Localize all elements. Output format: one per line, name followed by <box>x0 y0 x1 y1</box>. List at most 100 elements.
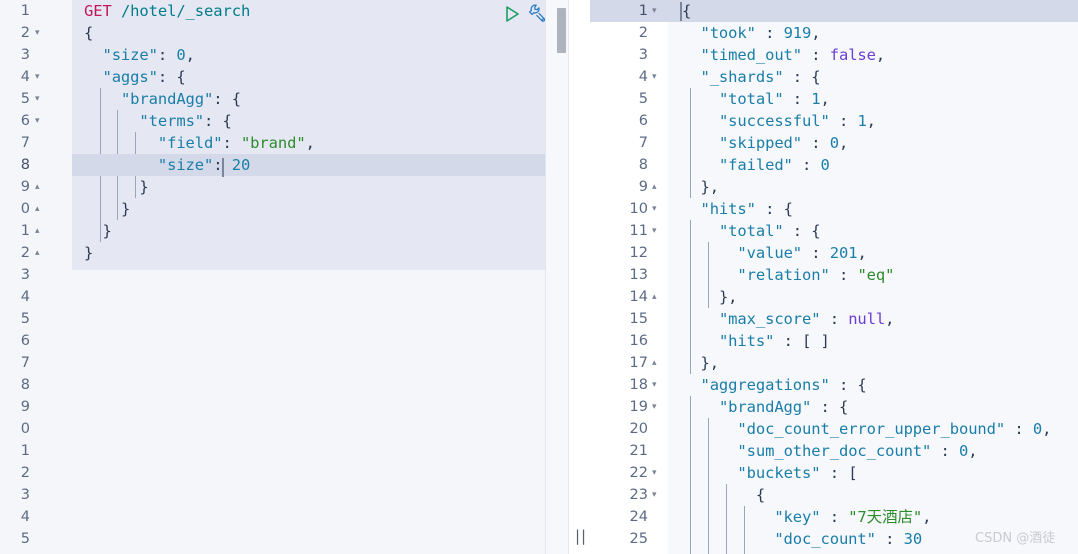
run-request-button[interactable] <box>501 3 523 25</box>
line-number: 18 <box>629 377 648 393</box>
code-line[interactable]: 4 <box>0 506 568 528</box>
code-line[interactable]: 13 "relation" : "eq" <box>590 264 1078 286</box>
code-line[interactable]: 20 "doc_count_error_upper_bound" : 0, <box>590 418 1078 440</box>
code-text: "brandAgg" : { <box>718 398 849 416</box>
code-line[interactable]: 8 "failed" : 0 <box>590 154 1078 176</box>
code-line[interactable]: 1 GET /hotel/_search <box>0 0 568 22</box>
line-number: 5 <box>20 531 30 547</box>
code-line[interactable]: 0 ▴ } <box>0 198 568 220</box>
code-line[interactable]: 2 <box>0 462 568 484</box>
code-line[interactable]: 9 ▴ }, <box>590 176 1078 198</box>
code-line[interactable]: 6 <box>0 330 568 352</box>
fold-collapse-icon[interactable]: ▾ <box>652 0 657 22</box>
code-line[interactable]: 0 <box>0 418 568 440</box>
code-line[interactable]: 14 ▴ }, <box>590 286 1078 308</box>
code-line[interactable]: 1 ▴ } <box>0 220 568 242</box>
request-text-caret <box>222 158 224 177</box>
code-line[interactable]: 24 "key" : "7天酒店", <box>590 506 1078 528</box>
code-line[interactable]: 5 "total" : 1, <box>590 88 1078 110</box>
code-line[interactable]: 18 ▾ "aggregations" : { <box>590 374 1078 396</box>
code-line[interactable]: 3 <box>0 264 568 286</box>
fold-collapse-icon[interactable]: ▾ <box>652 198 657 220</box>
line-number: 17 <box>629 355 648 371</box>
code-line[interactable]: 11 ▾ "total" : { <box>590 220 1078 242</box>
line-number: 3 <box>20 47 30 63</box>
code-line[interactable]: 3 <box>0 484 568 506</box>
code-line[interactable]: 4 ▾ "_shards" : { <box>590 66 1078 88</box>
code-line[interactable]: 19 ▾ "brandAgg" : { <box>590 396 1078 418</box>
fold-collapse-icon[interactable]: ▾ <box>35 110 40 132</box>
fold-expand-icon[interactable]: ▴ <box>35 220 40 242</box>
code-line[interactable]: 4 <box>0 286 568 308</box>
code-line[interactable]: 7 <box>0 352 568 374</box>
line-number: 7 <box>20 355 30 371</box>
request-editor-panel[interactable]: 1 GET /hotel/_search 2 ▾ {3 "size": 0, 4 ▾ "ag… <box>0 0 568 554</box>
code-text: "total" : 1, <box>718 90 830 108</box>
line-number: 4 <box>20 69 30 85</box>
line-number: 2 <box>20 245 30 261</box>
line-number: 9 <box>638 179 648 195</box>
fold-expand-icon[interactable]: ▴ <box>35 198 40 220</box>
code-text: }, <box>718 288 738 306</box>
code-line[interactable]: 2 ▾ { <box>0 22 568 44</box>
line-number: 5 <box>20 91 30 107</box>
response-viewer-panel[interactable]: 1 ▾{2 "took" : 919, 3 "timed_out" : false,… <box>590 0 1078 554</box>
code-line[interactable]: 12 "value" : 201, <box>590 242 1078 264</box>
line-number: 23 <box>629 487 648 503</box>
code-text: } <box>102 222 112 240</box>
panel-splitter[interactable] <box>568 0 592 554</box>
code-text: "sum_other_doc_count" : 0, <box>737 442 978 460</box>
fold-collapse-icon[interactable]: ▾ <box>652 462 657 484</box>
fold-collapse-icon[interactable]: ▾ <box>652 374 657 396</box>
code-line[interactable]: 8 "size": 20 <box>0 154 568 176</box>
fold-collapse-icon[interactable]: ▾ <box>35 22 40 44</box>
code-line[interactable]: 10 ▾ "hits" : { <box>590 198 1078 220</box>
code-line[interactable]: 2 ▴} <box>0 242 568 264</box>
code-line[interactable]: 17 ▴ }, <box>590 352 1078 374</box>
fold-expand-icon[interactable]: ▴ <box>652 286 657 308</box>
line-number: 2 <box>20 25 30 41</box>
code-text: "doc_count" : 30 <box>774 530 923 548</box>
code-line[interactable]: 6 "successful" : 1, <box>590 110 1078 132</box>
code-line[interactable]: 15 "max_score" : null, <box>590 308 1078 330</box>
panel-splitter-grip[interactable]: || <box>575 527 586 545</box>
code-line[interactable]: 5 <box>0 308 568 330</box>
code-line[interactable]: 8 <box>0 374 568 396</box>
code-line[interactable]: 2 "took" : 919, <box>590 22 1078 44</box>
fold-expand-icon[interactable]: ▴ <box>652 176 657 198</box>
code-line[interactable]: 3 "size": 0, <box>0 44 568 66</box>
watermark: CSDN @酒徒 <box>975 531 1056 546</box>
fold-collapse-icon[interactable]: ▾ <box>35 66 40 88</box>
line-number: 25 <box>629 531 648 547</box>
code-line[interactable]: 3 "timed_out" : false, <box>590 44 1078 66</box>
fold-expand-icon[interactable]: ▴ <box>35 176 40 198</box>
code-line[interactable]: 9 <box>0 396 568 418</box>
code-line[interactable]: 21 "sum_other_doc_count" : 0, <box>590 440 1078 462</box>
fold-expand-icon[interactable]: ▴ <box>652 352 657 374</box>
fold-collapse-icon[interactable]: ▾ <box>35 88 40 110</box>
code-line[interactable]: 1 <box>0 440 568 462</box>
fold-collapse-icon[interactable]: ▾ <box>652 484 657 506</box>
fold-collapse-icon[interactable]: ▾ <box>652 66 657 88</box>
code-line[interactable]: 22 ▾ "buckets" : [ <box>590 462 1078 484</box>
code-text: "brandAgg": { <box>120 90 241 108</box>
code-line[interactable]: 5 ▾ "brandAgg": { <box>0 88 568 110</box>
line-number: 19 <box>629 399 648 415</box>
code-line[interactable]: 9 ▴ } <box>0 176 568 198</box>
request-scrollbar-track[interactable] <box>545 0 568 554</box>
code-text: "hits" : [ ] <box>718 332 830 350</box>
fold-expand-icon[interactable]: ▴ <box>35 242 40 264</box>
code-line[interactable]: 23 ▾ { <box>590 484 1078 506</box>
code-line[interactable]: 4 ▾ "aggs": { <box>0 66 568 88</box>
line-number: 6 <box>638 113 648 129</box>
fold-collapse-icon[interactable]: ▾ <box>652 396 657 418</box>
code-line[interactable]: 7 "skipped" : 0, <box>590 132 1078 154</box>
code-line[interactable]: 6 ▾ "terms": { <box>0 110 568 132</box>
code-line[interactable]: 16 "hits" : [ ] <box>590 330 1078 352</box>
code-line[interactable]: 5 <box>0 528 568 550</box>
code-line[interactable]: 7 "field": "brand", <box>0 132 568 154</box>
request-scrollbar-thumb[interactable] <box>557 8 566 53</box>
fold-collapse-icon[interactable]: ▾ <box>652 220 657 242</box>
code-line[interactable]: 1 ▾ { <box>590 0 1078 22</box>
code-text: "size": 0, <box>102 46 195 64</box>
